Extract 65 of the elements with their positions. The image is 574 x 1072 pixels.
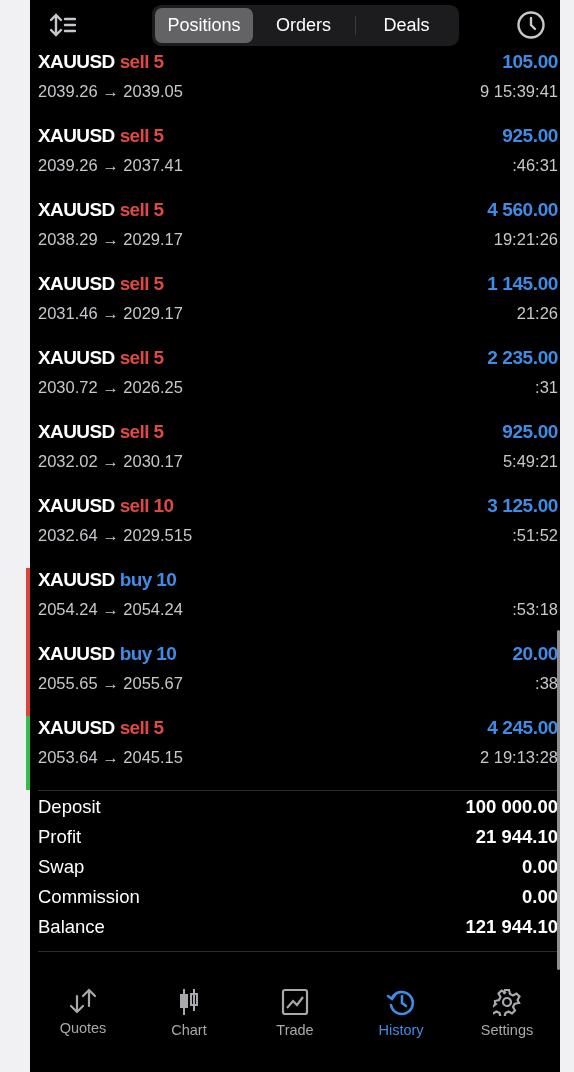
deal-prices: 2038.29 → 2029.17 [38,229,183,249]
deal-prices: 2032.02 → 2030.17 [38,451,183,471]
deal-time: :51:52 [512,525,558,545]
deal-time: 5:49:21 [502,451,558,471]
summary-label: Balance [38,916,105,938]
segment-tab[interactable]: Deals [357,7,456,43]
deal-prices: 2054.24 → 2054.24 [38,599,183,619]
deal-time: :38 [535,673,558,693]
summary-label: Commission [38,886,140,908]
nav-tab[interactable]: Chart [139,988,239,1038]
deal-title: XAUUSD sell 5 [38,273,164,295]
summary-value: 21 944.10 [475,826,558,848]
nav-tab[interactable]: Trade [245,988,345,1038]
deal-profit: 4 245.00 [487,717,558,739]
deal-title: XAUUSD sell 5 [38,51,164,73]
deal-title: XAUUSD sell 5 [38,199,164,221]
deal-time: 19:21:26 [493,229,558,249]
deal-title: XAUUSD sell 5 [38,347,164,369]
deal-profit: 1 145.00 [487,273,558,295]
deal-prices: 2030.72 → 2026.25 [38,377,183,397]
up-down-arrows-icon [68,988,98,1014]
deal-title: XAUUSD sell 5 [38,717,164,739]
segment-tab[interactable]: Positions [154,7,253,43]
deal-profit: 3 125.00 [487,495,558,517]
summary-value: 0.00 [522,886,558,908]
history-clock-icon [386,988,416,1016]
sort-icon[interactable] [50,13,76,37]
segment-tab[interactable]: Orders [254,7,353,43]
scrollbar[interactable] [557,630,560,970]
deal-profit: 4 560.00 [487,199,558,221]
deal-title: XAUUSD buy 10 [38,643,177,665]
candlestick-icon [178,988,200,1016]
deal-profit: 2 235.00 [487,347,558,369]
deal-prices: 2055.65 → 2055.67 [38,673,183,693]
deal-title: XAUUSD sell 5 [38,125,164,147]
summary-label: Profit [38,826,82,848]
nav-tab[interactable]: History [351,988,451,1038]
deal-profit: 20.00 [512,643,558,665]
deal-title: XAUUSD buy 10 [38,569,177,591]
deal-time: :53:18 [512,599,558,619]
deal-profit: 105.00 [502,51,558,73]
settings-icon [493,988,521,1016]
nav-tab[interactable]: Settings [457,988,557,1038]
deal-profit: 925.00 [502,125,558,147]
deal-time: :31 [535,377,558,397]
deal-prices: 2032.64 → 2029.515 [38,525,193,545]
summary-label: Deposit [38,796,101,818]
deal-title: XAUUSD sell 10 [38,495,174,517]
deal-prices: 2053.64 → 2045.15 [38,747,183,767]
deal-title: XAUUSD sell 5 [38,421,164,443]
nav-tab[interactable]: Quotes [33,988,133,1038]
line-chart-icon [281,988,309,1016]
deal-prices: 2031.46 → 2029.17 [38,303,183,323]
deal-prices: 2039.26 → 2037.41 [38,155,183,175]
deal-profit: 925.00 [502,421,558,443]
summary-value: 100 000.00 [465,796,558,818]
summary-label: Swap [38,856,85,878]
deal-time: :46:31 [512,155,558,175]
clock-icon[interactable] [516,10,546,40]
deal-prices: 2039.26 → 2039.05 [38,81,183,101]
summary-value: 0.00 [522,856,558,878]
deal-time: 2 19:13:28 [480,747,558,767]
deal-time: 9 15:39:41 [480,81,558,101]
summary-value: 121 944.10 [465,916,558,938]
deal-time: 21:26 [516,303,558,323]
